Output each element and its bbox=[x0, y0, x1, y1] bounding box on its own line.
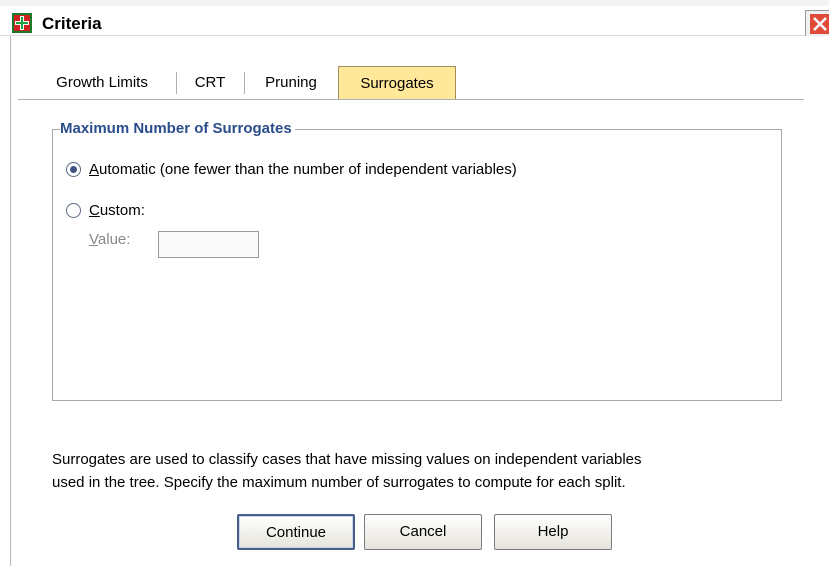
title-bar: Criteria bbox=[0, 0, 829, 37]
custom-label[interactable]: Custom: bbox=[89, 200, 145, 222]
tab-separator bbox=[176, 72, 177, 94]
spss-dialog-icon bbox=[12, 13, 32, 33]
tab-growth-limits[interactable]: Growth Limits bbox=[30, 66, 174, 99]
value-input[interactable] bbox=[158, 231, 259, 258]
tab-underline bbox=[18, 99, 804, 100]
value-label: Value: bbox=[89, 231, 131, 248]
cancel-button[interactable]: Cancel bbox=[364, 514, 482, 550]
window-left-edge bbox=[0, 36, 10, 566]
tab-surrogates[interactable]: Surrogates bbox=[338, 66, 456, 99]
tab-crt[interactable]: CRT bbox=[178, 66, 242, 99]
description-text: Surrogates are used to classify cases th… bbox=[52, 448, 812, 494]
description-line-1: Surrogates are used to classify cases th… bbox=[52, 451, 642, 468]
close-icon bbox=[810, 14, 829, 34]
group-title: Maximum Number of Surrogates bbox=[60, 120, 295, 137]
radio-selected-dot bbox=[70, 166, 77, 173]
tab-separator bbox=[244, 72, 245, 94]
custom-radio[interactable] bbox=[66, 203, 81, 218]
continue-button[interactable]: Continue bbox=[237, 514, 355, 550]
description-line-2: used in the tree. Specify the maximum nu… bbox=[52, 474, 626, 491]
tab-pruning[interactable]: Pruning bbox=[246, 66, 336, 99]
dialog-title: Criteria bbox=[42, 14, 102, 33]
automatic-radio[interactable] bbox=[66, 162, 81, 177]
help-button[interactable]: Help bbox=[494, 514, 612, 550]
close-button[interactable] bbox=[805, 10, 829, 37]
automatic-label[interactable]: Automatic (one fewer than the number of … bbox=[89, 159, 517, 181]
criteria-dialog: Criteria Growth Limits CRT Pruning Surro… bbox=[0, 0, 829, 566]
